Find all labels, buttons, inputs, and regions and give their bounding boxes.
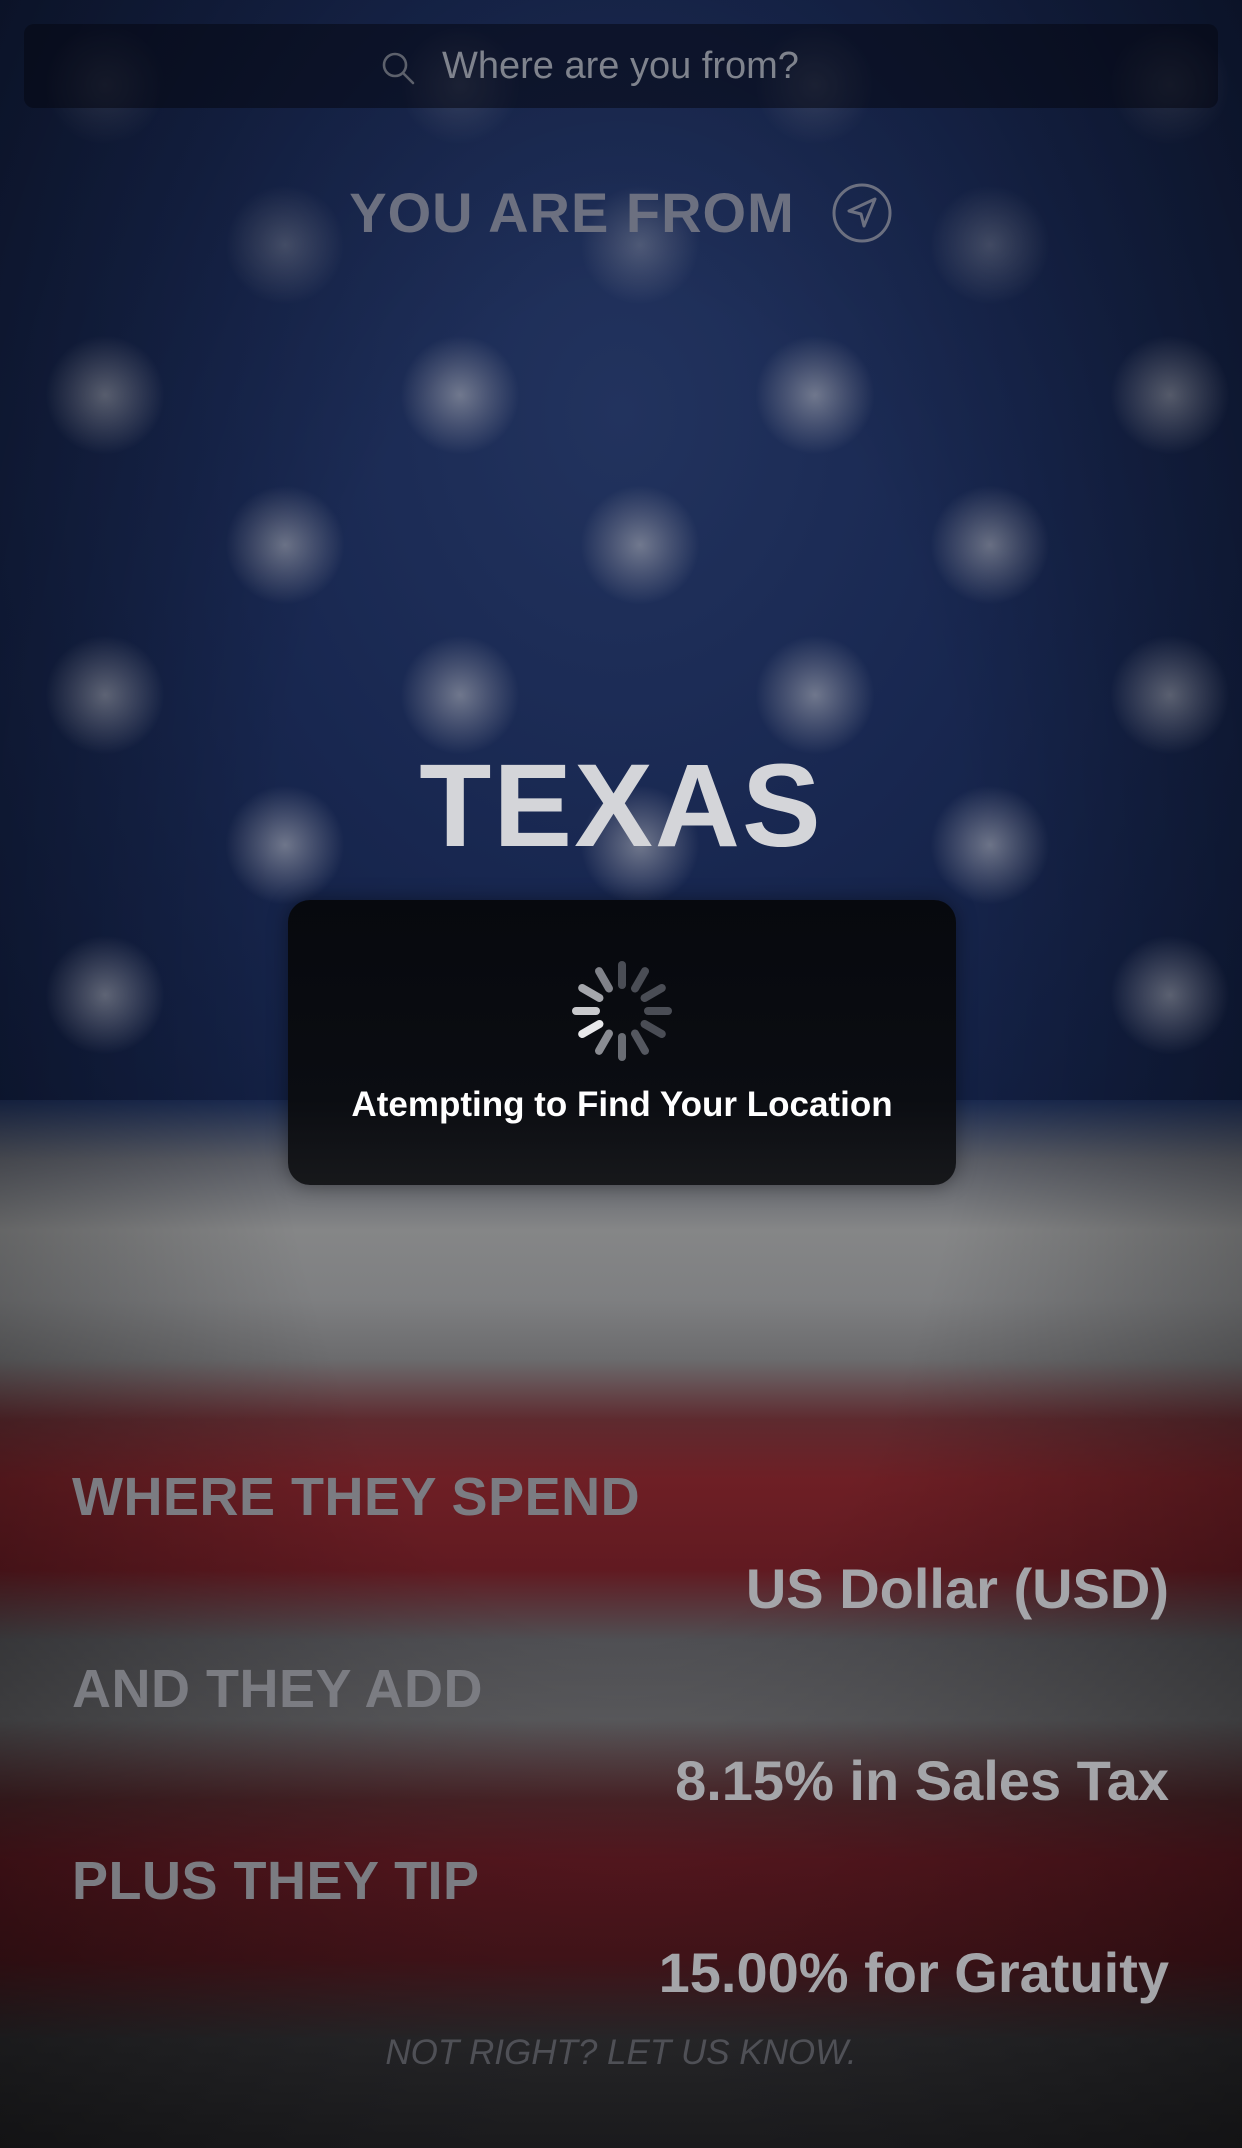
location-name[interactable]: TEXAS: [0, 738, 1242, 874]
location-arrow-icon[interactable]: [831, 182, 893, 244]
tip-label: PLUS THEY TIP: [72, 1851, 480, 1911]
search-bar[interactable]: [24, 24, 1218, 108]
search-input[interactable]: [442, 44, 862, 88]
activity-spinner-icon: [572, 961, 672, 1061]
sales-tax-value[interactable]: 8.15% in Sales Tax: [675, 1748, 1169, 1813]
hud-message: Atempting to Find Your Location: [351, 1085, 893, 1124]
feedback-link[interactable]: NOT RIGHT? LET US KNOW.: [0, 2033, 1242, 2073]
loading-hud: Atempting to Find Your Location: [288, 900, 956, 1185]
you-are-from-header: YOU ARE FROM: [0, 180, 1242, 245]
tax-label: AND THEY ADD: [72, 1659, 484, 1719]
currency-value[interactable]: US Dollar (USD): [746, 1556, 1169, 1621]
gratuity-value[interactable]: 15.00% for Gratuity: [659, 1940, 1169, 2005]
spend-label: WHERE THEY SPEND: [72, 1467, 641, 1527]
search-icon: [382, 52, 415, 85]
you-are-from-label: YOU ARE FROM: [349, 181, 795, 244]
